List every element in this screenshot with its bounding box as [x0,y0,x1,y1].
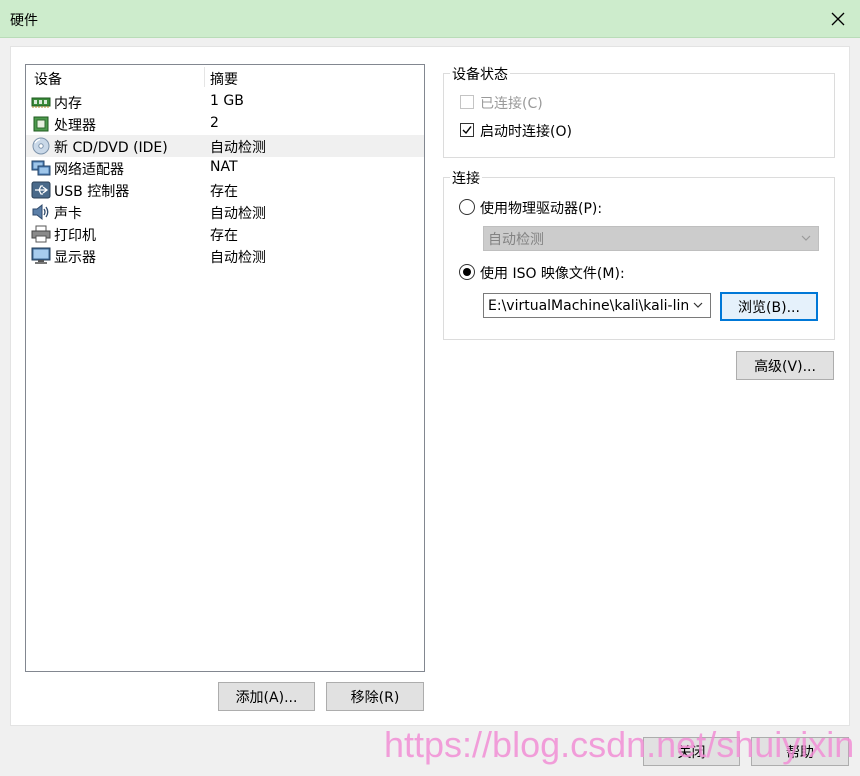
device-summary: 存在 [210,184,238,200]
connection-title: 连接 [450,168,482,188]
device-row-printer[interactable]: 打印机 存在 [26,223,424,245]
memory-icon [31,97,51,108]
device-status-group [443,73,835,158]
browse-button[interactable]: 浏览(B)... [720,292,818,321]
column-header-summary[interactable]: 摘要 [210,69,238,89]
device-name: 新 CD/DVD (IDE) [54,140,168,156]
device-list[interactable]: 设备 摘要 内存 1 GB 处理器 2 新 CD/DVD (IDE) 自动检测 [25,64,425,672]
device-summary: 自动检测 [210,140,266,156]
device-row-display[interactable]: 显示器 自动检测 [26,245,424,267]
device-summary: 1 GB [210,93,244,109]
advanced-button[interactable]: 高级(V)... [736,351,834,380]
network-adapter-icon [31,160,51,176]
device-summary: 2 [210,115,219,131]
chevron-down-icon [693,302,703,308]
device-name: USB 控制器 [54,184,130,200]
device-name: 打印机 [54,228,96,244]
close-window-button[interactable] [816,0,860,38]
processor-icon [33,116,49,132]
connect-on-power-on-label: 启动时连接(O) [480,124,572,140]
device-summary: 自动检测 [210,206,266,222]
radio-selected-dot [463,268,471,276]
connected-label: 已连接(C) [480,96,543,112]
help-button[interactable]: 帮助 [751,737,849,766]
device-summary: 存在 [210,228,238,244]
usb-icon [31,181,51,199]
device-row-network-adapter[interactable]: 网络适配器 NAT [26,157,424,179]
chevron-down-icon [801,235,811,241]
iso-path-value: E:\virtualMachine\kali\kali-linux- [488,297,688,314]
physical-drive-dropdown[interactable]: 自动检测 [483,226,819,251]
list-header: 设备 摘要 [26,65,424,89]
printer-icon [31,225,51,243]
physical-drive-radio[interactable] [459,199,475,215]
close-button[interactable]: 关闭 [643,737,740,766]
remove-device-button[interactable]: 移除(R) [326,682,424,711]
physical-drive-value: 自动检测 [488,231,544,248]
title-bar: 硬件 [0,0,860,38]
column-separator[interactable] [204,67,205,87]
sound-card-icon [32,203,49,221]
device-row-sound-card[interactable]: 声卡 自动检测 [26,201,424,223]
device-summary: NAT [210,159,238,175]
device-row-usb-controller[interactable]: USB 控制器 存在 [26,179,424,201]
window-title: 硬件 [10,13,38,29]
cd-dvd-icon [32,137,50,155]
connect-on-power-on-checkbox[interactable] [460,123,474,137]
column-header-device[interactable]: 设备 [34,69,62,89]
connected-checkbox[interactable] [460,95,474,109]
device-name: 声卡 [54,206,82,222]
checkmark-icon [462,126,472,135]
device-name: 显示器 [54,250,96,266]
display-icon [31,247,51,264]
device-name: 内存 [54,96,82,112]
device-row-cd-dvd[interactable]: 新 CD/DVD (IDE) 自动检测 [26,135,424,157]
device-row-processor[interactable]: 处理器 2 [26,113,424,135]
device-summary: 自动检测 [210,250,266,266]
physical-drive-label: 使用物理驱动器(P): [480,201,603,217]
iso-image-radio[interactable] [459,264,475,280]
iso-path-combobox[interactable]: E:\virtualMachine\kali\kali-linux- [483,293,711,318]
close-icon [831,12,845,26]
device-name: 处理器 [54,118,96,134]
device-row-memory[interactable]: 内存 1 GB [26,91,424,113]
device-status-title: 设备状态 [450,64,510,84]
iso-image-label: 使用 ISO 映像文件(M): [480,266,625,282]
device-name: 网络适配器 [54,162,124,178]
add-device-button[interactable]: 添加(A)... [218,682,315,711]
